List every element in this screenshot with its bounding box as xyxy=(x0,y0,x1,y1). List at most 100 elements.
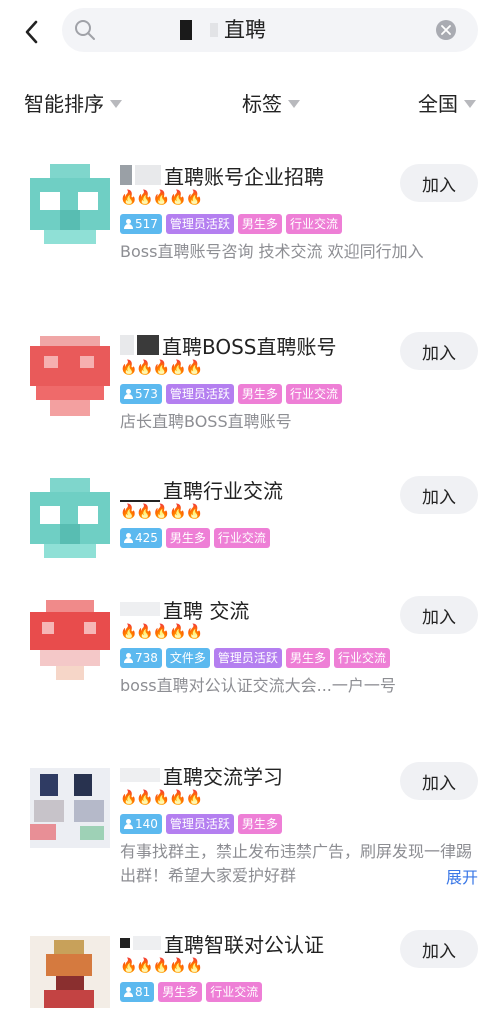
group-avatar xyxy=(30,768,110,848)
activity-fire-icons: 🔥🔥🔥🔥🔥 xyxy=(120,624,203,640)
back-button[interactable] xyxy=(16,14,46,50)
join-button[interactable]: 加入 xyxy=(400,762,478,800)
join-button[interactable]: 加入 xyxy=(400,476,478,514)
group-description: 有事找群主，禁止发布违禁广告，刷屏发现一律踢出群！希望大家爱护好群 xyxy=(120,842,473,885)
caret-down-icon xyxy=(110,99,122,108)
activity-fire-icons: 🔥🔥🔥🔥🔥 xyxy=(120,360,203,376)
tag-badge: 文件多 xyxy=(165,648,210,668)
list-item[interactable]: 直聘账号企业招聘 🔥🔥🔥🔥🔥 517 管理员活跃 男生多 行业交流 Boss直聘… xyxy=(0,160,500,280)
region-filter-label: 全国 xyxy=(418,92,458,116)
tag-filter[interactable]: 标签 xyxy=(242,88,300,117)
group-title: 直聘 交流 xyxy=(120,594,249,624)
redacted-text xyxy=(120,165,132,185)
group-title: 直聘交流学习 xyxy=(120,760,283,790)
list-item[interactable]: 直聘智联对公认证 🔥🔥🔥🔥🔥 81 男生多 行业交流 加入 xyxy=(0,928,500,1008)
person-icon xyxy=(124,987,133,997)
search-icon xyxy=(75,20,95,40)
redacted-text xyxy=(135,165,161,185)
activity-fire-icons: 🔥🔥🔥🔥🔥 xyxy=(120,958,203,974)
member-count: 140 xyxy=(135,817,158,831)
list-item[interactable]: 直聘BOSS直聘账号 🔥🔥🔥🔥🔥 573 管理员活跃 男生多 行业交流 店长直聘… xyxy=(0,330,500,440)
group-title-text: 直聘 交流 xyxy=(163,598,250,623)
tag-list: 517 管理员活跃 男生多 行业交流 xyxy=(120,214,342,234)
tag-list: 425 男生多 行业交流 xyxy=(120,528,270,548)
tag-badge: 行业交流 xyxy=(206,982,263,1002)
join-button[interactable]: 加入 xyxy=(400,930,478,968)
redacted-text xyxy=(180,20,192,40)
list-item[interactable]: 直聘交流学习 🔥🔥🔥🔥🔥 140 管理员活跃 男生多 有事找群主，禁止发布违禁广… xyxy=(0,760,500,890)
group-avatar xyxy=(30,478,110,558)
tag-badge: 男生多 xyxy=(237,814,282,834)
tag-badge: 男生多 xyxy=(158,982,203,1002)
region-filter[interactable]: 全国 xyxy=(418,88,476,117)
person-icon xyxy=(124,819,133,829)
group-avatar xyxy=(30,336,110,416)
group-description: boss直聘对公认证交流大会...一户一号 xyxy=(120,676,396,695)
group-description: 店长直聘BOSS直聘账号 xyxy=(120,412,292,431)
member-count-badge: 738 xyxy=(120,648,162,668)
member-count-badge: 517 xyxy=(120,214,162,234)
sort-filter-label: 智能排序 xyxy=(24,92,104,116)
group-title-text: 直聘账号企业招聘 xyxy=(164,164,324,189)
filter-bar: 智能排序 标签 全国 xyxy=(0,88,500,122)
group-description: Boss直聘账号咨询 技术交流 欢迎同行加入 xyxy=(120,242,424,261)
member-count: 425 xyxy=(135,531,158,545)
group-title-text: 直聘智联对公认证 xyxy=(164,932,324,957)
clear-search-button[interactable] xyxy=(436,20,456,40)
activity-fire-icons: 🔥🔥🔥🔥🔥 xyxy=(120,790,203,806)
caret-down-icon xyxy=(464,99,476,108)
tag-badge: 男生多 xyxy=(237,214,282,234)
member-count: 573 xyxy=(135,387,158,401)
tag-badge: 管理员活跃 xyxy=(165,814,234,834)
person-icon xyxy=(124,533,133,543)
member-count-badge: 425 xyxy=(120,528,162,548)
group-avatar xyxy=(30,164,110,244)
tag-badge: 行业交流 xyxy=(213,528,270,548)
tag-filter-label: 标签 xyxy=(242,92,282,116)
tag-badge: 管理员活跃 xyxy=(165,214,234,234)
tag-badge: 男生多 xyxy=(165,528,210,548)
redacted-text xyxy=(120,335,134,355)
expand-link[interactable]: 展开 xyxy=(446,864,478,888)
list-item[interactable]: 直聘行业交流 🔥🔥🔥🔥🔥 425 男生多 行业交流 加入 xyxy=(0,474,500,564)
join-button[interactable]: 加入 xyxy=(400,332,478,370)
group-title: 直聘BOSS直聘账号 xyxy=(120,330,337,360)
redacted-text xyxy=(210,23,218,37)
redacted-text xyxy=(120,602,160,616)
search-input[interactable]: 直聘 xyxy=(224,16,266,44)
redacted-text xyxy=(120,488,160,502)
search-bar[interactable]: 直聘 xyxy=(62,8,478,52)
group-title: 直聘行业交流 xyxy=(120,474,283,504)
person-icon xyxy=(124,653,133,663)
member-count-badge: 81 xyxy=(120,982,155,1002)
top-bar: 直聘 xyxy=(0,0,500,64)
tag-badge: 男生多 xyxy=(285,648,330,668)
person-icon xyxy=(124,219,133,229)
tag-badge: 行业交流 xyxy=(285,214,342,234)
activity-fire-icons: 🔥🔥🔥🔥🔥 xyxy=(120,190,203,206)
redacted-text xyxy=(133,936,161,950)
list-item[interactable]: 直聘 交流 🔥🔥🔥🔥🔥 738 文件多 管理员活跃 男生多 行业交流 boss直… xyxy=(0,594,500,714)
join-button[interactable]: 加入 xyxy=(400,596,478,634)
tag-badge: 行业交流 xyxy=(333,648,390,668)
group-avatar xyxy=(30,600,110,680)
tag-badge: 男生多 xyxy=(237,384,282,404)
group-title: 直聘账号企业招聘 xyxy=(120,160,324,190)
join-button[interactable]: 加入 xyxy=(400,164,478,202)
member-count-badge: 573 xyxy=(120,384,162,404)
tag-list: 81 男生多 行业交流 xyxy=(120,982,263,1002)
member-count: 738 xyxy=(135,651,158,665)
tag-badge: 管理员活跃 xyxy=(165,384,234,404)
tag-list: 140 管理员活跃 男生多 xyxy=(120,814,282,834)
sort-filter[interactable]: 智能排序 xyxy=(24,88,122,117)
member-count: 517 xyxy=(135,217,158,231)
tag-list: 573 管理员活跃 男生多 行业交流 xyxy=(120,384,342,404)
redacted-text xyxy=(120,938,130,948)
member-count-badge: 140 xyxy=(120,814,162,834)
group-title-text: 直聘行业交流 xyxy=(163,478,283,503)
tag-list: 738 文件多 管理员活跃 男生多 行业交流 xyxy=(120,648,390,668)
activity-fire-icons: 🔥🔥🔥🔥🔥 xyxy=(120,504,203,520)
caret-down-icon xyxy=(288,99,300,108)
tag-badge: 行业交流 xyxy=(285,384,342,404)
close-icon xyxy=(441,25,451,35)
